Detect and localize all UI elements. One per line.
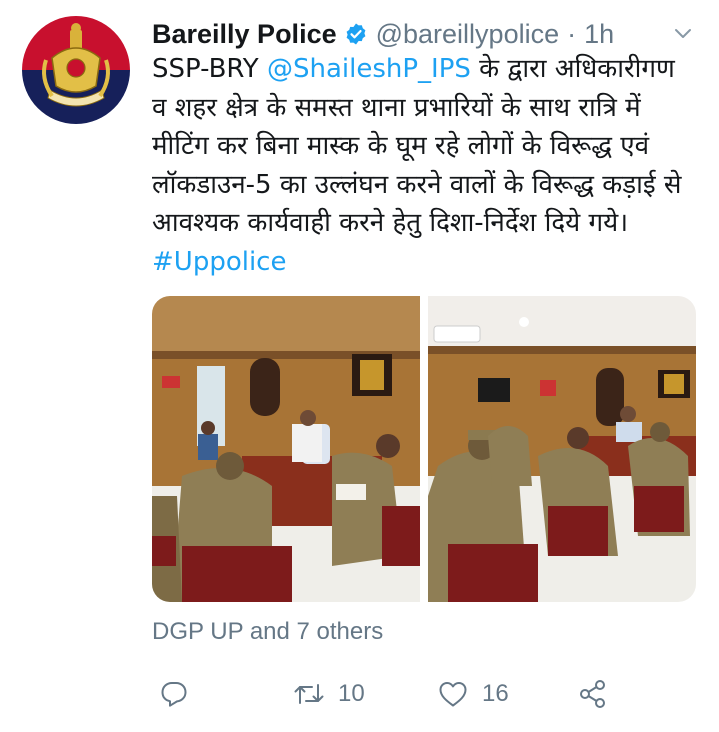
author-name[interactable]: Bareilly Police — [152, 19, 337, 50]
up-police-emblem-icon — [22, 16, 130, 124]
verified-badge-icon — [346, 23, 366, 45]
like-count: 16 — [482, 680, 509, 707]
chevron-down-icon[interactable] — [672, 22, 694, 44]
heart-icon — [439, 682, 467, 707]
tweet-text-prefix: SSP-BRY — [152, 54, 267, 84]
reply-button[interactable] — [160, 672, 188, 716]
retweet-count: 10 — [338, 680, 365, 707]
tweet-text: SSP-BRY @ShaileshP_IPS के द्वारा अधिकारी… — [152, 50, 697, 281]
media-photo-1[interactable] — [152, 296, 420, 602]
liked-by-text[interactable]: DGP UP and 7 others — [152, 618, 383, 646]
share-button[interactable] — [578, 672, 608, 716]
reply-icon — [161, 682, 187, 707]
retweet-icon — [294, 684, 324, 704]
share-icon — [580, 680, 605, 708]
media-photo-2[interactable] — [428, 296, 696, 602]
tweet-header: Bareilly Police @bareillypolice · 1h — [152, 14, 702, 54]
author-handle[interactable]: @bareillypolice — [376, 19, 560, 50]
media-grid — [152, 296, 696, 602]
retweet-button[interactable]: 10 — [294, 672, 365, 716]
meeting-photo-image — [152, 296, 420, 602]
hashtag-link[interactable]: #Uppolice — [152, 247, 286, 277]
tweet-actions: 10 16 — [152, 672, 622, 716]
mention-link[interactable]: @ShaileshP_IPS — [267, 54, 471, 84]
tweet-timestamp[interactable]: 1h — [584, 19, 614, 50]
like-button[interactable]: 16 — [438, 672, 509, 716]
avatar[interactable] — [22, 16, 130, 124]
meeting-photo-image — [428, 296, 696, 602]
separator-dot: · — [567, 18, 577, 49]
